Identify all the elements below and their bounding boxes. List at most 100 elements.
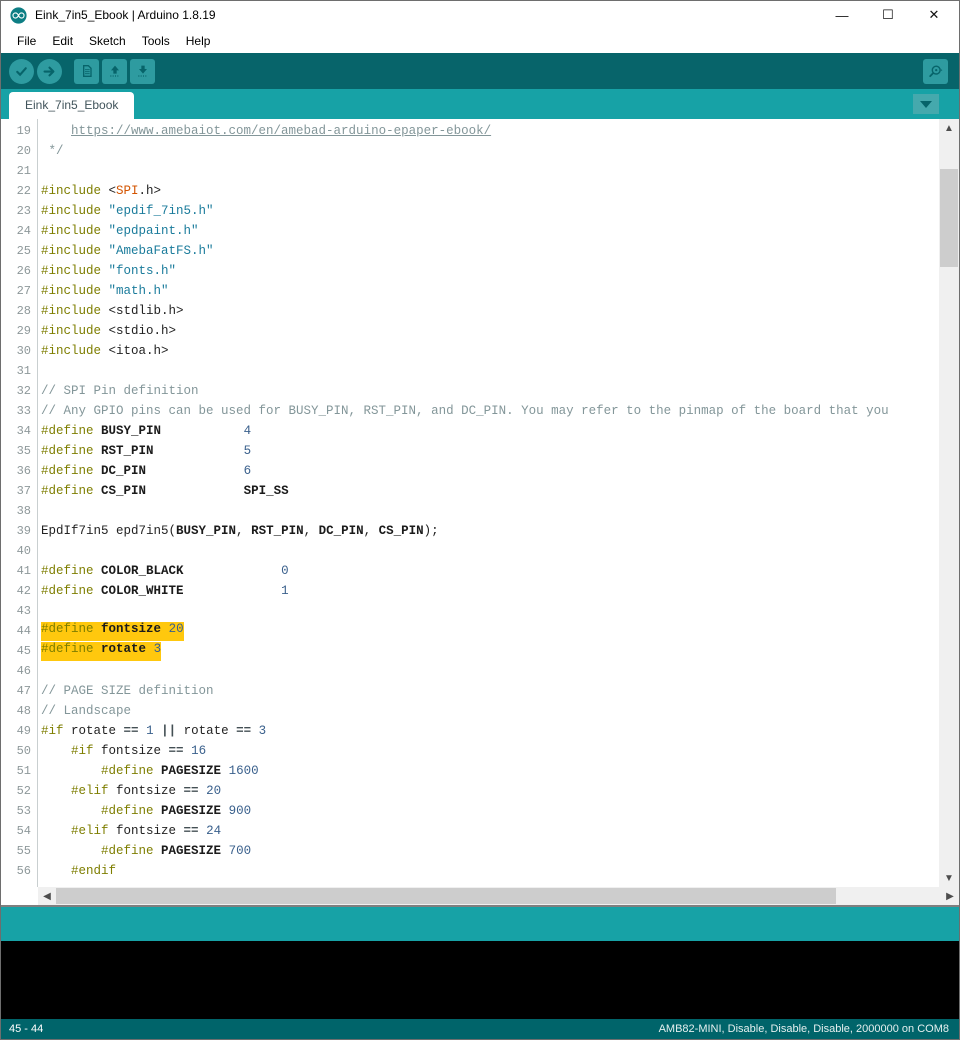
title-bar: Eink_7in5_Ebook | Arduino 1.8.19 — ☐ ✕ [1,1,959,29]
line-number: 42 [1,584,31,598]
line-number: 54 [1,824,31,838]
close-icon[interactable]: ✕ [923,5,945,25]
line-number: 47 [1,684,31,698]
code-text: #include <stdio.h> [41,324,176,338]
line-number: 49 [1,724,31,738]
document-icon [79,63,95,79]
line-number: 33 [1,404,31,418]
highlighted-code-text: #define fontsize 20 [41,622,184,641]
arrow-right-icon [41,63,58,80]
code-editor[interactable]: 19 https://www.amebaiot.com/en/amebad-ar… [1,119,959,887]
tab-menu-button[interactable] [913,94,939,114]
code-text: #endif [41,864,116,878]
code-line[interactable]: 31 [1,361,939,381]
line-number: 41 [1,564,31,578]
code-line[interactable]: 49#if rotate == 1 || rotate == 3 [1,721,939,741]
code-line[interactable]: 50 #if fontsize == 16 [1,741,939,761]
code-text: https://www.amebaiot.com/en/amebad-ardui… [41,124,491,138]
menu-item-file[interactable]: File [9,31,44,51]
code-line[interactable]: 20 */ [1,141,939,161]
maximize-icon[interactable]: ☐ [877,5,899,25]
code-line[interactable]: 43 [1,601,939,621]
code-line[interactable]: 35#define RST_PIN 5 [1,441,939,461]
code-line[interactable]: 34#define BUSY_PIN 4 [1,421,939,441]
vertical-scrollbar[interactable]: ▲ ▼ [939,119,959,887]
line-number: 30 [1,344,31,358]
menu-item-help[interactable]: Help [178,31,219,51]
code-line[interactable]: 19 https://www.amebaiot.com/en/amebad-ar… [1,121,939,141]
minimize-icon[interactable]: — [831,5,853,25]
scroll-right-icon[interactable]: ▶ [941,887,959,905]
new-sketch-button[interactable] [74,59,99,84]
code-line[interactable]: 45#define rotate 3 [1,641,939,661]
code-line[interactable]: 44 #define fontsize 20 [1,621,939,641]
code-line[interactable]: 42 #define COLOR_WHITE 1 [1,581,939,601]
line-number: 56 [1,864,31,878]
code-line[interactable]: 29#include <stdio.h> [1,321,939,341]
verify-button[interactable] [9,59,34,84]
scroll-left-icon[interactable]: ◀ [38,887,56,905]
line-number: 51 [1,764,31,778]
code-line[interactable]: 36 #define DC_PIN 6 [1,461,939,481]
open-button[interactable] [102,59,127,84]
arduino-ide-window: Eink_7in5_Ebook | Arduino 1.8.19 — ☐ ✕ F… [0,0,960,1040]
tab-eink-7in5-ebook[interactable]: Eink_7in5_Ebook [9,92,134,119]
code-line[interactable]: 39EpdIf7in5 epd7in5(BUSY_PIN, RST_PIN, D… [1,521,939,541]
code-line[interactable]: 25#include "AmebaFatFS.h" [1,241,939,261]
code-line[interactable]: 40 [1,541,939,561]
code-line[interactable]: 37#define CS_PIN SPI_SS [1,481,939,501]
line-number: 28 [1,304,31,318]
code-text: #define COLOR_WHITE 1 [41,584,289,598]
code-text: #elif fontsize == 20 [41,784,221,798]
code-text: // PAGE SIZE definition [41,684,214,698]
code-line[interactable]: 52 #elif fontsize == 20 [1,781,939,801]
scroll-up-icon[interactable]: ▲ [939,119,959,137]
menu-item-edit[interactable]: Edit [44,31,81,51]
line-number: 43 [1,604,31,618]
code-line[interactable]: 38 [1,501,939,521]
line-number: 44 [1,624,31,638]
horizontal-scroll-thumb[interactable] [56,888,836,904]
line-number: 19 [1,124,31,138]
code-line[interactable]: 47 // PAGE SIZE definition [1,681,939,701]
line-number: 46 [1,664,31,678]
code-line[interactable]: 53 #define PAGESIZE 900 [1,801,939,821]
line-number: 38 [1,504,31,518]
code-line[interactable]: 41#define COLOR_BLACK 0 [1,561,939,581]
save-button[interactable] [130,59,155,84]
code-line[interactable]: 32// SPI Pin definition [1,381,939,401]
code-line[interactable]: 46 [1,661,939,681]
serial-monitor-button[interactable] [923,59,948,84]
code-line[interactable]: 24#include "epdpaint.h" [1,221,939,241]
scroll-down-icon[interactable]: ▼ [939,869,959,887]
code-line[interactable]: 21 [1,161,939,181]
check-icon [13,63,30,80]
horizontal-scrollbar[interactable]: ◀ ▶ [1,887,959,905]
code-line[interactable]: 27#include "math.h" [1,281,939,301]
line-number: 36 [1,464,31,478]
line-number: 55 [1,844,31,858]
code-line[interactable]: 28#include <stdlib.h> [1,301,939,321]
upload-button[interactable] [37,59,62,84]
code-line[interactable]: 30#include <itoa.h> [1,341,939,361]
vertical-scroll-thumb[interactable] [940,169,958,267]
code-line[interactable]: 54 #elif fontsize == 24 [1,821,939,841]
code-line[interactable]: 51 #define PAGESIZE 1600 [1,761,939,781]
line-number: 23 [1,204,31,218]
code-line[interactable]: 56 #endif [1,861,939,881]
line-number: 31 [1,364,31,378]
code-text: #include "math.h" [41,284,169,298]
menu-item-tools[interactable]: Tools [134,31,178,51]
code-line[interactable]: 23#include "epdif_7in5.h" [1,201,939,221]
chevron-down-icon [920,101,932,108]
code-text: #if fontsize == 16 [41,744,206,758]
board-port-indicator: AMB82-MINI, Disable, Disable, Disable, 2… [659,1023,949,1035]
code-line[interactable]: 26#include "fonts.h" [1,261,939,281]
code-line[interactable]: 33// Any GPIO pins can be used for BUSY_… [1,401,939,421]
code-line[interactable]: 48// Landscape [1,701,939,721]
code-text: #define DC_PIN 6 [41,464,251,478]
code-line[interactable]: 22#include <SPI.h> [1,181,939,201]
menu-item-sketch[interactable]: Sketch [81,31,134,51]
code-text: // Landscape [41,704,131,718]
code-line[interactable]: 55 #define PAGESIZE 700 [1,841,939,861]
